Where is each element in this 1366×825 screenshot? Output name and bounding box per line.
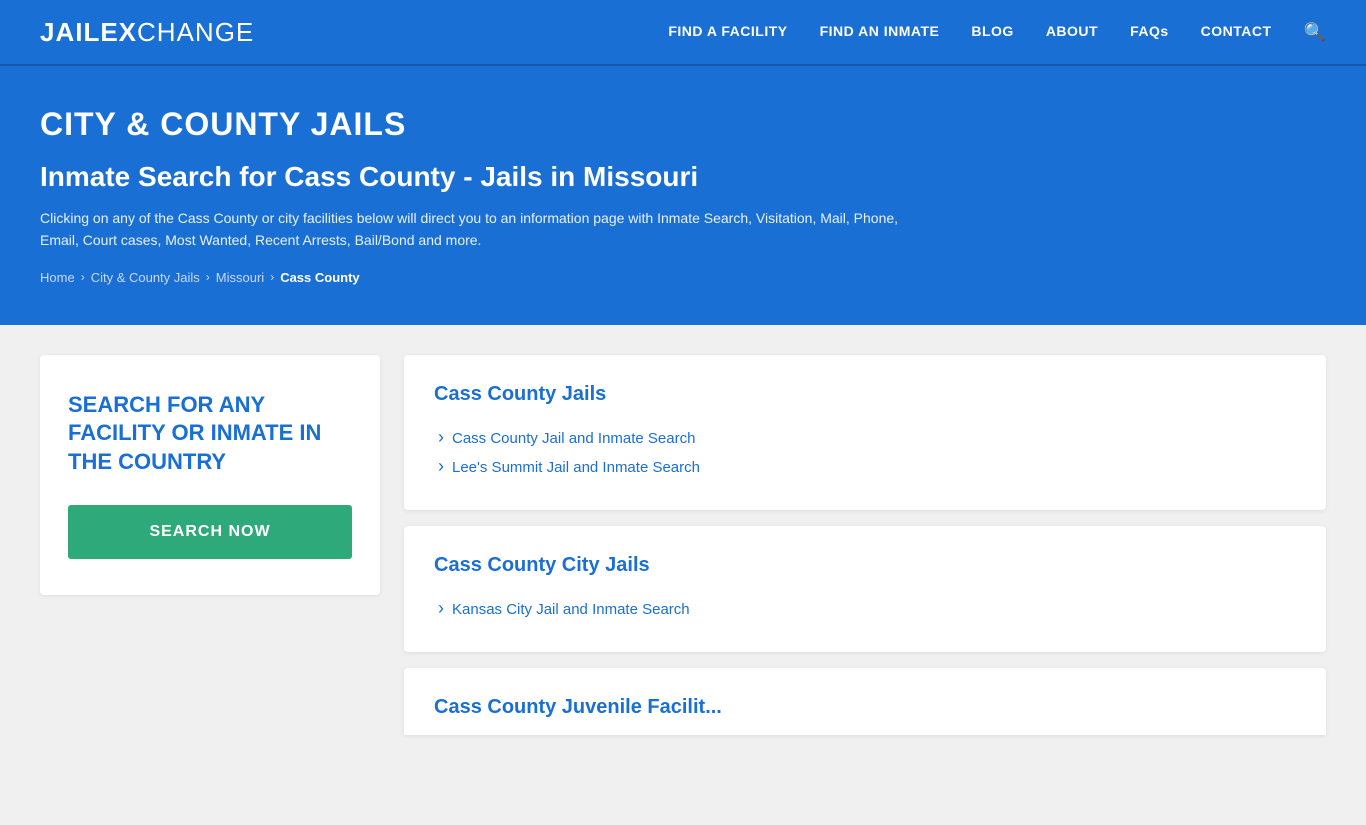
breadcrumb-sep-2: › — [206, 270, 210, 284]
main-content: SEARCH FOR ANY FACILITY OR INMATE IN THE… — [0, 325, 1366, 825]
nav-item-about[interactable]: ABOUT — [1046, 23, 1098, 41]
nav-link-about[interactable]: ABOUT — [1046, 23, 1098, 39]
logo-exchange-text: EXCHANGE — [100, 17, 254, 48]
search-widget-title: SEARCH FOR ANY FACILITY OR INMATE IN THE… — [68, 391, 352, 477]
card-title-cass-county-jails: Cass County Jails — [434, 383, 1296, 406]
nav-link-find-facility[interactable]: FIND A FACILITY — [668, 23, 787, 39]
card-title-cass-county-juvenile: Cass County Juvenile Facilit... — [434, 696, 1296, 719]
link-kansas-city-jail[interactable]: Kansas City Jail and Inmate Search — [434, 595, 1296, 624]
nav-link-find-inmate[interactable]: FIND AN INMATE — [820, 23, 940, 39]
left-panel: SEARCH FOR ANY FACILITY OR INMATE IN THE… — [40, 355, 380, 795]
breadcrumb-sep-3: › — [270, 270, 274, 284]
breadcrumb-city-county[interactable]: City & County Jails — [91, 270, 200, 285]
hero-description: Clicking on any of the Cass County or ci… — [40, 207, 940, 252]
hero-title: Inmate Search for Cass County - Jails in… — [40, 161, 1326, 193]
search-now-button[interactable]: SEARCH NOW — [68, 505, 352, 559]
breadcrumb-home[interactable]: Home — [40, 270, 75, 285]
nav-link-blog[interactable]: BLOG — [971, 23, 1013, 39]
logo[interactable]: JAIL EXCHANGE — [40, 17, 254, 48]
breadcrumb: Home › City & County Jails › Missouri › … — [40, 270, 1326, 285]
nav-item-find-inmate[interactable]: FIND AN INMATE — [820, 23, 940, 41]
search-icon[interactable]: 🔍 — [1304, 22, 1326, 42]
nav-menu: FIND A FACILITY FIND AN INMATE BLOG ABOU… — [668, 22, 1326, 43]
breadcrumb-current: Cass County — [280, 270, 359, 285]
breadcrumb-sep-1: › — [81, 270, 85, 284]
search-icon-nav-item[interactable]: 🔍 — [1304, 22, 1326, 43]
nav-item-blog[interactable]: BLOG — [971, 23, 1013, 41]
right-panel: Cass County Jails Cass County Jail and I… — [404, 355, 1326, 795]
link-lees-summit-jail[interactable]: Lee's Summit Jail and Inmate Search — [434, 453, 1296, 482]
nav-item-find-facility[interactable]: FIND A FACILITY — [668, 23, 787, 41]
card-cass-county-jails: Cass County Jails Cass County Jail and I… — [404, 355, 1326, 510]
card-cass-county-city-jails: Cass County City Jails Kansas City Jail … — [404, 526, 1326, 652]
search-widget: SEARCH FOR ANY FACILITY OR INMATE IN THE… — [40, 355, 380, 595]
card-cass-county-juvenile: Cass County Juvenile Facilit... — [404, 668, 1326, 735]
logo-jail-text: JAIL — [40, 17, 100, 48]
card-title-cass-county-city-jails: Cass County City Jails — [434, 554, 1296, 577]
nav-link-contact[interactable]: CONTACT — [1201, 23, 1272, 39]
navbar: JAIL EXCHANGE FIND A FACILITY FIND AN IN… — [0, 0, 1366, 66]
link-cass-county-jail[interactable]: Cass County Jail and Inmate Search — [434, 424, 1296, 453]
nav-item-faqs[interactable]: FAQs — [1130, 23, 1169, 41]
nav-link-faqs[interactable]: FAQs — [1130, 23, 1169, 39]
hero-section: CITY & COUNTY JAILS Inmate Search for Ca… — [0, 66, 1366, 325]
breadcrumb-state[interactable]: Missouri — [216, 270, 264, 285]
hero-category: CITY & COUNTY JAILS — [40, 106, 1326, 143]
nav-item-contact[interactable]: CONTACT — [1201, 23, 1272, 41]
